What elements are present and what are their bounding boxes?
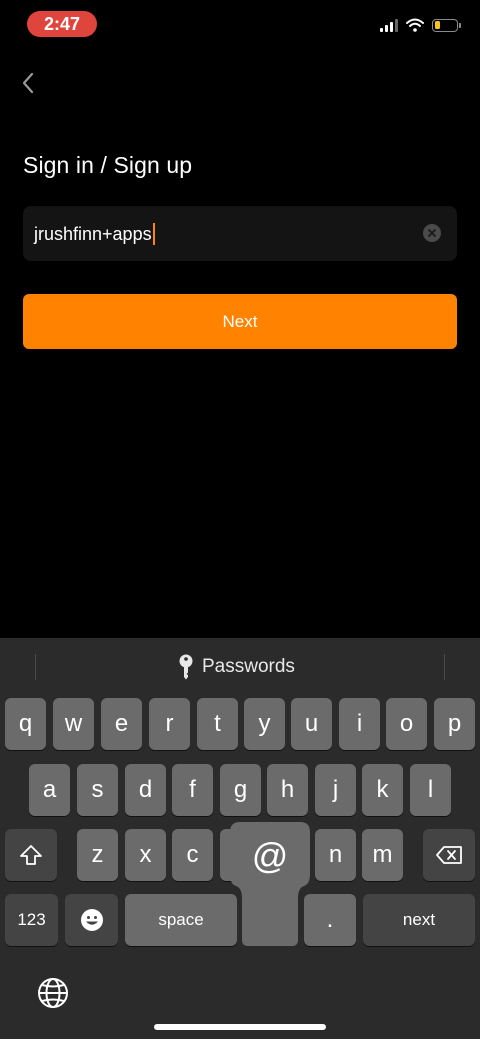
space-key[interactable]: space: [125, 894, 237, 946]
delete-key[interactable]: [423, 829, 475, 881]
key-j[interactable]: j: [315, 764, 356, 816]
key-q[interactable]: q: [5, 698, 46, 750]
shift-key[interactable]: [5, 829, 57, 881]
account-input-text-wrap[interactable]: jrushfinn+apps: [34, 223, 155, 245]
status-icons: [380, 18, 461, 32]
key-y[interactable]: y: [244, 698, 285, 750]
clear-icon: [428, 229, 436, 237]
key-g[interactable]: g: [220, 764, 261, 816]
shift-icon: [20, 845, 42, 865]
key-icon: [179, 654, 193, 680]
key-p[interactable]: p: [434, 698, 475, 750]
key-z[interactable]: z: [77, 829, 118, 881]
numbers-key[interactable]: 123: [5, 894, 58, 946]
clear-button[interactable]: [423, 224, 441, 242]
account-input-value[interactable]: jrushfinn+apps: [34, 224, 152, 245]
key-c[interactable]: c: [172, 829, 213, 881]
key-x[interactable]: x: [125, 829, 166, 881]
page-title: Sign in / Sign up: [23, 152, 193, 178]
key-t[interactable]: t: [197, 698, 238, 750]
back-button[interactable]: [16, 68, 44, 98]
emoji-icon: [80, 909, 103, 931]
return-key[interactable]: next: [363, 894, 475, 946]
key-l[interactable]: l: [410, 764, 451, 816]
back-chevron-icon: [22, 72, 34, 94]
kb-bar-divider-right: [444, 654, 445, 680]
battery-icon: [432, 18, 461, 32]
key-k[interactable]: k: [362, 764, 403, 816]
globe-icon: [38, 978, 68, 1008]
key-r[interactable]: r: [149, 698, 190, 750]
key-i[interactable]: i: [339, 698, 380, 750]
signal-icon: [380, 18, 398, 32]
at-key-label: @: [251, 835, 289, 876]
status-time: 2:47: [27, 11, 97, 37]
passwords-label: Passwords: [202, 656, 295, 677]
key-e[interactable]: e: [101, 698, 142, 750]
kb-bar-divider-left: [35, 654, 36, 680]
next-button[interactable]: Next: [23, 294, 457, 349]
key-d[interactable]: d: [125, 764, 166, 816]
text-caret: [152, 223, 155, 245]
period-key[interactable]: .: [304, 894, 356, 946]
wifi-icon: [406, 18, 424, 32]
key-u[interactable]: u: [291, 698, 332, 750]
account-input[interactable]: jrushfinn+apps: [23, 206, 457, 261]
home-indicator[interactable]: [154, 1024, 326, 1030]
key-s[interactable]: s: [77, 764, 118, 816]
delete-icon: [436, 846, 462, 864]
key-o[interactable]: o: [386, 698, 427, 750]
passwords-button[interactable]: Passwords: [178, 654, 295, 680]
key-a[interactable]: a: [29, 764, 70, 816]
globe-button[interactable]: [35, 975, 71, 1011]
key-f[interactable]: f: [172, 764, 213, 816]
key-m[interactable]: m: [362, 829, 403, 881]
key-n[interactable]: n: [315, 829, 356, 881]
key-h[interactable]: h: [267, 764, 308, 816]
emoji-key[interactable]: [65, 894, 118, 946]
key-w[interactable]: w: [53, 698, 94, 750]
